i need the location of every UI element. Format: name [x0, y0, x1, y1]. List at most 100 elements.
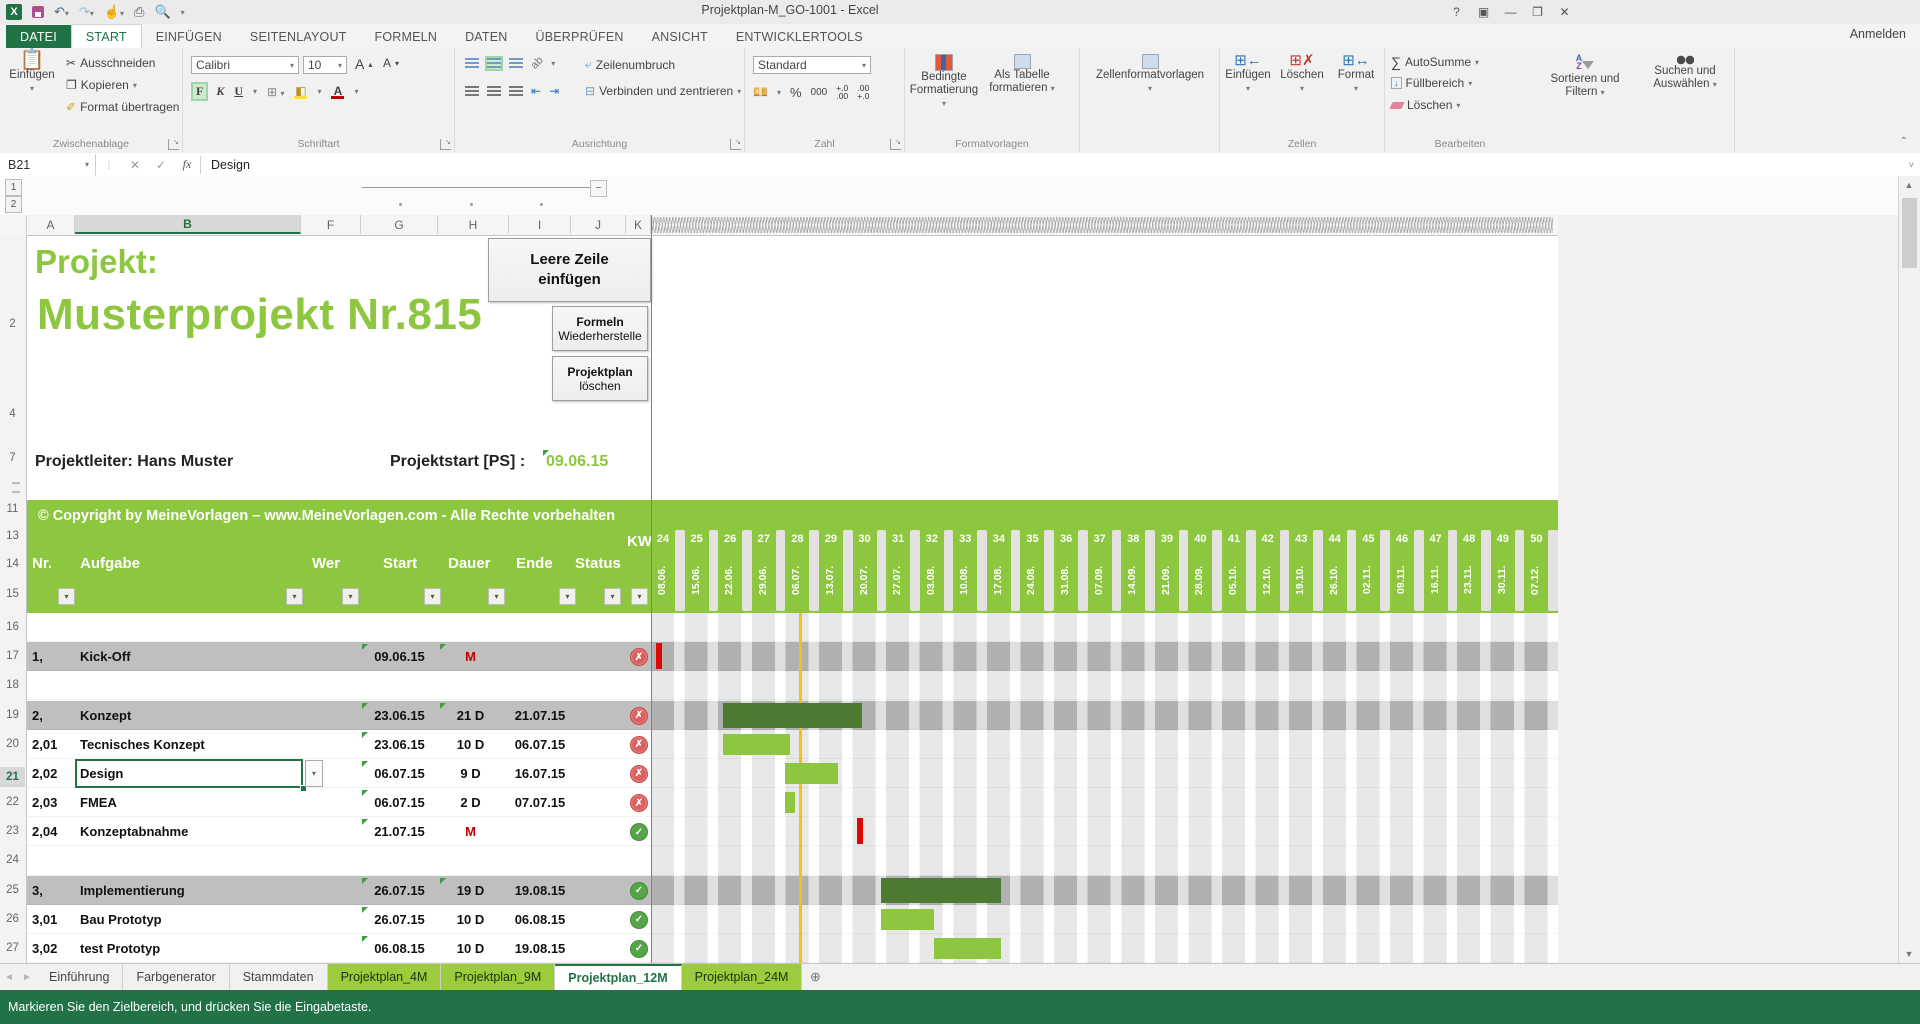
font-size-select[interactable]: 10▾: [303, 56, 347, 74]
redo-icon[interactable]: ↷▾: [79, 4, 94, 20]
column-header-K[interactable]: K: [626, 215, 651, 234]
decrease-indent-icon[interactable]: ⇤: [531, 84, 541, 98]
align-center-icon[interactable]: [487, 86, 501, 97]
fill-color-icon[interactable]: ◧: [294, 84, 307, 99]
find-select-button[interactable]: Suchen undAuswählen ▾: [1637, 54, 1733, 91]
column-header-A[interactable]: A: [27, 215, 75, 234]
ribbon-tab-datei[interactable]: DATEI: [6, 25, 71, 49]
format-cells-button[interactable]: ⊞↔ Format▾: [1330, 54, 1382, 95]
undo-icon[interactable]: ↶▾: [54, 4, 69, 20]
alignment-dialog-launcher-icon[interactable]: ↘: [730, 139, 741, 150]
sheet-tab-projektplan_9m[interactable]: Projektplan_9M: [441, 964, 555, 990]
filter-dropdown-icon[interactable]: ▾: [342, 588, 359, 605]
restore-icon[interactable]: ❐: [1524, 0, 1551, 24]
insert-function-icon[interactable]: fx: [174, 157, 200, 172]
vertical-scrollbar[interactable]: ▲ ▼: [1898, 176, 1920, 963]
bold-button[interactable]: F: [193, 84, 206, 99]
outline-level-2-button[interactable]: 2: [5, 196, 22, 213]
column-header-F[interactable]: F: [301, 215, 361, 234]
align-bottom-icon[interactable]: [509, 58, 523, 69]
orientation-icon[interactable]: ab: [529, 54, 546, 71]
help-icon[interactable]: ?: [1443, 0, 1470, 24]
column-header-G[interactable]: G: [361, 215, 438, 234]
ribbon-tab-seitenlayout[interactable]: SEITENLAYOUT: [236, 25, 361, 49]
format-as-table-button[interactable]: Als Tabelleformatieren ▾: [985, 54, 1059, 95]
comma-style-button[interactable]: 000: [811, 87, 828, 98]
filter-dropdown-icon[interactable]: ▾: [58, 588, 75, 605]
autosum-button[interactable]: ∑AutoSumme▾: [1391, 54, 1479, 70]
grow-font-button[interactable]: A▴: [355, 56, 372, 72]
sort-filter-button[interactable]: AZ Sortieren undFiltern ▾: [1535, 54, 1635, 99]
new-sheet-icon[interactable]: ⊕: [802, 964, 828, 990]
ribbon-tab-überprüfen[interactable]: ÜBERPRÜFEN: [522, 25, 638, 49]
cancel-entry-icon[interactable]: ✕: [122, 158, 148, 172]
ribbon-tab-ansicht[interactable]: ANSICHT: [638, 25, 722, 49]
vertical-scroll-thumb[interactable]: [1902, 198, 1917, 268]
sheet-tab-projektplan_24m[interactable]: Projektplan_24M: [682, 964, 803, 990]
cut-button[interactable]: ✂Ausschneiden: [66, 56, 155, 70]
formula-input[interactable]: Design: [211, 158, 250, 172]
wrap-text-button[interactable]: ⤶Zeilenumbruch: [585, 57, 675, 72]
sheet-tab-stammdaten[interactable]: Stammdaten: [230, 964, 328, 990]
fill-color-dropdown-icon[interactable]: ▾: [317, 87, 321, 96]
ribbon-tab-formeln[interactable]: FORMELN: [361, 25, 452, 49]
ribbon-tab-einfügen[interactable]: EINFÜGEN: [142, 25, 236, 49]
delete-cells-button[interactable]: ⊞✗ Löschen▾: [1276, 54, 1328, 95]
shrink-font-button[interactable]: A▾: [383, 56, 399, 70]
customize-qat-icon[interactable]: ▾: [181, 8, 185, 17]
filter-dropdown-icon[interactable]: ▾: [286, 588, 303, 605]
ribbon-tab-start[interactable]: START: [71, 24, 142, 48]
font-color-icon[interactable]: A: [331, 84, 344, 99]
increase-decimal-button[interactable]: +.0.00: [836, 84, 848, 100]
column-header-I[interactable]: I: [509, 215, 571, 234]
underline-button[interactable]: U: [234, 84, 243, 99]
underline-dropdown-icon[interactable]: ▾: [253, 87, 257, 96]
number-dialog-launcher-icon[interactable]: ↘: [890, 139, 901, 150]
ribbon-display-options-icon[interactable]: ▣: [1470, 0, 1497, 24]
format-painter-button[interactable]: ✐Format übertragen: [66, 100, 179, 114]
paste-button[interactable]: 📋 Einfügen▾: [6, 54, 58, 95]
scroll-up-icon[interactable]: ▲: [1899, 176, 1919, 194]
conditional-formatting-button[interactable]: BedingteFormatierung ▾: [907, 54, 981, 110]
name-box[interactable]: B21▾: [0, 154, 96, 176]
tab-scroll-right-icon[interactable]: ►: [18, 964, 36, 990]
cell-styles-button[interactable]: Zellenformatvorlagen▾: [1082, 54, 1218, 95]
minimize-icon[interactable]: —: [1497, 0, 1524, 24]
print-preview-icon[interactable]: 🔍: [154, 4, 170, 20]
close-icon[interactable]: ✕: [1551, 0, 1578, 24]
percent-style-button[interactable]: %: [790, 85, 802, 100]
insert-empty-row-button[interactable]: Leere Zeile einfügen: [488, 238, 651, 302]
sheet-tab-einführung[interactable]: Einführung: [36, 964, 123, 990]
align-right-icon[interactable]: [509, 86, 523, 97]
filter-dropdown-icon[interactable]: ▾: [631, 588, 648, 605]
cell-dropdown-icon[interactable]: ▾: [305, 760, 323, 787]
ribbon-tab-entwicklertools[interactable]: ENTWICKLERTOOLS: [722, 25, 877, 49]
select-all-corner[interactable]: [0, 215, 27, 234]
fill-button[interactable]: ↓Füllbereich▾: [1391, 76, 1472, 90]
filter-dropdown-icon[interactable]: ▾: [424, 588, 441, 605]
filter-dropdown-icon[interactable]: ▾: [559, 588, 576, 605]
font-family-select[interactable]: Calibri▾: [191, 56, 299, 74]
copy-button[interactable]: ❐Kopieren▾: [66, 78, 137, 92]
outline-collapse-button[interactable]: −: [590, 180, 607, 197]
confirm-entry-icon[interactable]: ✓: [148, 158, 174, 172]
quick-print-icon[interactable]: ⎙: [134, 4, 144, 20]
column-header-J[interactable]: J: [571, 215, 626, 234]
save-icon[interactable]: [32, 6, 44, 18]
collapse-ribbon-icon[interactable]: ⌃: [1900, 136, 1908, 147]
scroll-down-icon[interactable]: ▼: [1899, 945, 1919, 963]
clipboard-dialog-launcher-icon[interactable]: ↘: [168, 139, 179, 150]
touch-mode-icon[interactable]: ☝▾: [104, 4, 124, 20]
sheet-tab-farbgenerator[interactable]: Farbgenerator: [123, 964, 229, 990]
align-middle-icon[interactable]: [487, 58, 501, 69]
sign-in-link[interactable]: Anmelden: [1850, 27, 1906, 41]
ribbon-tab-daten[interactable]: DATEN: [451, 25, 521, 49]
outline-level-1-button[interactable]: 1: [5, 179, 22, 196]
align-left-icon[interactable]: [465, 86, 479, 97]
filter-dropdown-icon[interactable]: ▾: [604, 588, 621, 605]
delete-plan-button[interactable]: Projektplan löschen: [552, 356, 648, 401]
expand-formula-bar-icon[interactable]: ˅: [1909, 160, 1914, 170]
merge-center-button[interactable]: ⊟Verbinden und zentrieren▾: [585, 84, 741, 98]
decrease-decimal-button[interactable]: .00+.0: [857, 84, 869, 100]
sheet-tab-projektplan_12m[interactable]: Projektplan_12M: [555, 964, 681, 990]
